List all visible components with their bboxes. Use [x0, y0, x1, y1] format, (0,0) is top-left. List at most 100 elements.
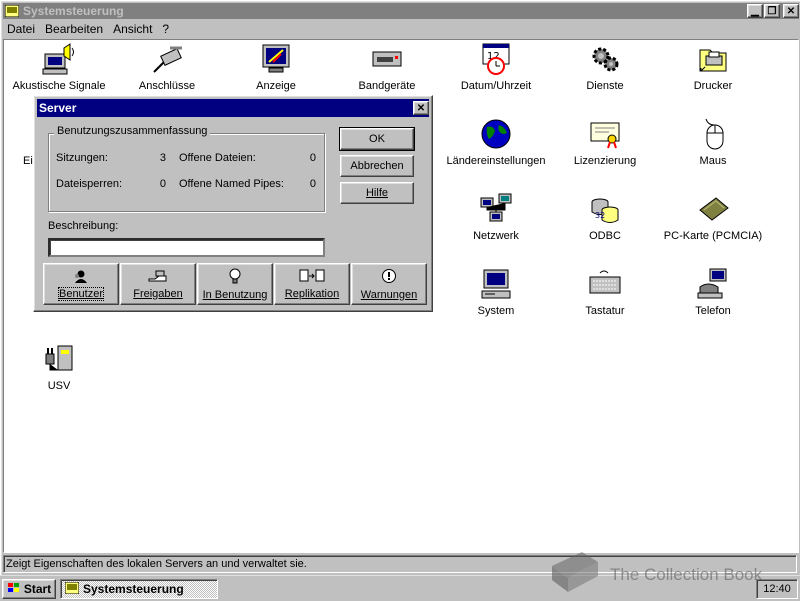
menu-bearbeiten[interactable]: Bearbeiten [40, 22, 108, 36]
menu-help[interactable]: ? [157, 22, 174, 36]
watermark-text: The Collection Book [610, 564, 763, 584]
keyboard-icon [588, 267, 622, 301]
item-label: Anzeige [256, 80, 296, 92]
menu-ansicht[interactable]: Ansicht [108, 22, 157, 36]
system-tray: 12:40 [756, 579, 798, 599]
alerts-button[interactable]: Warnungen [351, 263, 427, 305]
replication-label: Replikation [284, 287, 340, 300]
speaker-pc-icon [42, 42, 76, 76]
close-icon: ✕ [786, 5, 796, 17]
item-drucker[interactable]: Drucker [658, 42, 768, 92]
in-use-button[interactable]: In Benutzung [197, 263, 273, 305]
close-button[interactable]: ✕ [783, 4, 799, 18]
lightbulb-icon [228, 268, 242, 287]
help-label: Hilfe [365, 187, 388, 199]
item-anschluesse[interactable]: Anschlüsse [112, 42, 222, 92]
minimize-button[interactable]: ▁ [747, 4, 763, 18]
item-datum-uhrzeit[interactable]: 12 Datum/Uhrzeit [441, 42, 551, 92]
certificate-icon [588, 117, 622, 151]
dialog-titlebar[interactable]: Server ✕ [37, 99, 429, 117]
open-files-value: 0 [309, 152, 316, 164]
item-tastatur[interactable]: Tastatur [550, 267, 660, 317]
cancel-label: Abbrechen [350, 160, 404, 172]
status-text: Zeigt Eigenschaften des lokalen Servers … [6, 558, 307, 570]
item-label: USV [47, 380, 71, 392]
clock[interactable]: 12:40 [763, 583, 791, 595]
shares-label: Freigaben [133, 287, 183, 300]
start-label: Start [23, 582, 52, 596]
item-dienste[interactable]: Dienste [550, 42, 660, 92]
item-pc-karte[interactable]: PC-Karte (PCMCIA) [658, 192, 768, 242]
item-label: Bandgeräte [358, 80, 416, 92]
item-label: ODBC [589, 230, 621, 242]
close-icon: ✕ [416, 102, 426, 114]
cancel-button[interactable]: Abbrechen [340, 155, 414, 177]
in-use-label: In Benutzung [202, 288, 268, 301]
item-label: Netzwerk [473, 230, 519, 242]
item-label: Lizenzierung [573, 155, 637, 167]
restore-icon: ❐ [767, 5, 777, 17]
sessions-label: Sitzungen: [56, 152, 108, 164]
control-panel-icon[interactable] [5, 5, 19, 17]
item-anzeige[interactable]: Anzeige [221, 42, 331, 92]
users-label: Benutzer [57, 286, 105, 301]
plug-icon [150, 42, 184, 76]
item-usv[interactable]: USV [4, 342, 114, 392]
ok-label: OK [369, 133, 385, 145]
computer-icon [479, 267, 513, 301]
users-button[interactable]: Benutzer [43, 263, 119, 305]
item-label: System [477, 305, 515, 317]
server-dialog: Server ✕ Benutzungszusammenfassung Sitzu… [33, 95, 433, 312]
calendar-clock-icon: 12 [479, 42, 513, 76]
control-panel-icon [64, 581, 80, 597]
item-akustische-signale[interactable]: Akustische Signale [4, 42, 114, 92]
item-label: Maus [699, 155, 727, 167]
menubar: Datei Bearbeiten Ansicht ? [3, 20, 799, 38]
item-label: Tastatur [585, 305, 625, 317]
file-locks-value: 0 [159, 178, 166, 190]
item-label: Akustische Signale [12, 80, 106, 92]
telephone-icon [696, 267, 730, 301]
item-telefon[interactable]: Telefon [658, 267, 768, 317]
item-bandgeraete[interactable]: Bandgeräte [332, 42, 442, 92]
item-lizenzierung[interactable]: Lizenzierung [550, 117, 660, 167]
item-maus[interactable]: Maus [658, 117, 768, 167]
menu-datei[interactable]: Datei [3, 22, 40, 36]
replication-button[interactable]: Replikation [274, 263, 350, 305]
share-hand-icon [148, 269, 168, 286]
description-input[interactable] [48, 238, 325, 257]
window-title: Systemsteuerung [23, 4, 124, 18]
minimize-icon: ▁ [751, 5, 759, 17]
ok-button[interactable]: OK [339, 127, 415, 151]
alerts-label: Warnungen [360, 288, 418, 301]
pccard-icon [696, 192, 730, 226]
group-title: Benutzungszusammenfassung [54, 125, 211, 137]
usage-summary-group [48, 133, 325, 212]
start-button[interactable]: Start [2, 579, 56, 599]
item-label: Anschlüsse [138, 80, 196, 92]
alert-icon [381, 268, 397, 287]
shares-button[interactable]: Freigaben [120, 263, 196, 305]
item-laendereinstellungen[interactable]: Ländereinstellungen [441, 117, 551, 167]
description-label: Beschreibung: [48, 220, 119, 232]
help-button[interactable]: Hilfe [340, 182, 414, 204]
file-locks-label: Dateisperren: [56, 178, 123, 190]
window-titlebar[interactable]: Systemsteuerung ▁ ❐ ✕ [3, 3, 799, 19]
sessions-value: 3 [159, 152, 166, 164]
item-system[interactable]: System [441, 267, 551, 317]
users-icon [73, 269, 89, 286]
gears-icon [588, 42, 622, 76]
taskbar-button-systemsteuerung[interactable]: Systemsteuerung [60, 579, 218, 599]
printer-folder-icon [696, 42, 730, 76]
network-icon [479, 192, 513, 226]
maximize-button[interactable]: ❐ [764, 4, 780, 18]
taskbar-button-label: Systemsteuerung [83, 582, 184, 596]
item-odbc[interactable]: 32 ODBC [550, 192, 660, 242]
dialog-close-button[interactable]: ✕ [413, 101, 429, 115]
display-icon [259, 42, 293, 76]
item-netzwerk[interactable]: Netzwerk [441, 192, 551, 242]
item-label: Telefon [695, 305, 731, 317]
book-logo-icon [548, 548, 600, 601]
replication-icon [299, 269, 325, 286]
watermark: The Collection Book [548, 548, 762, 601]
